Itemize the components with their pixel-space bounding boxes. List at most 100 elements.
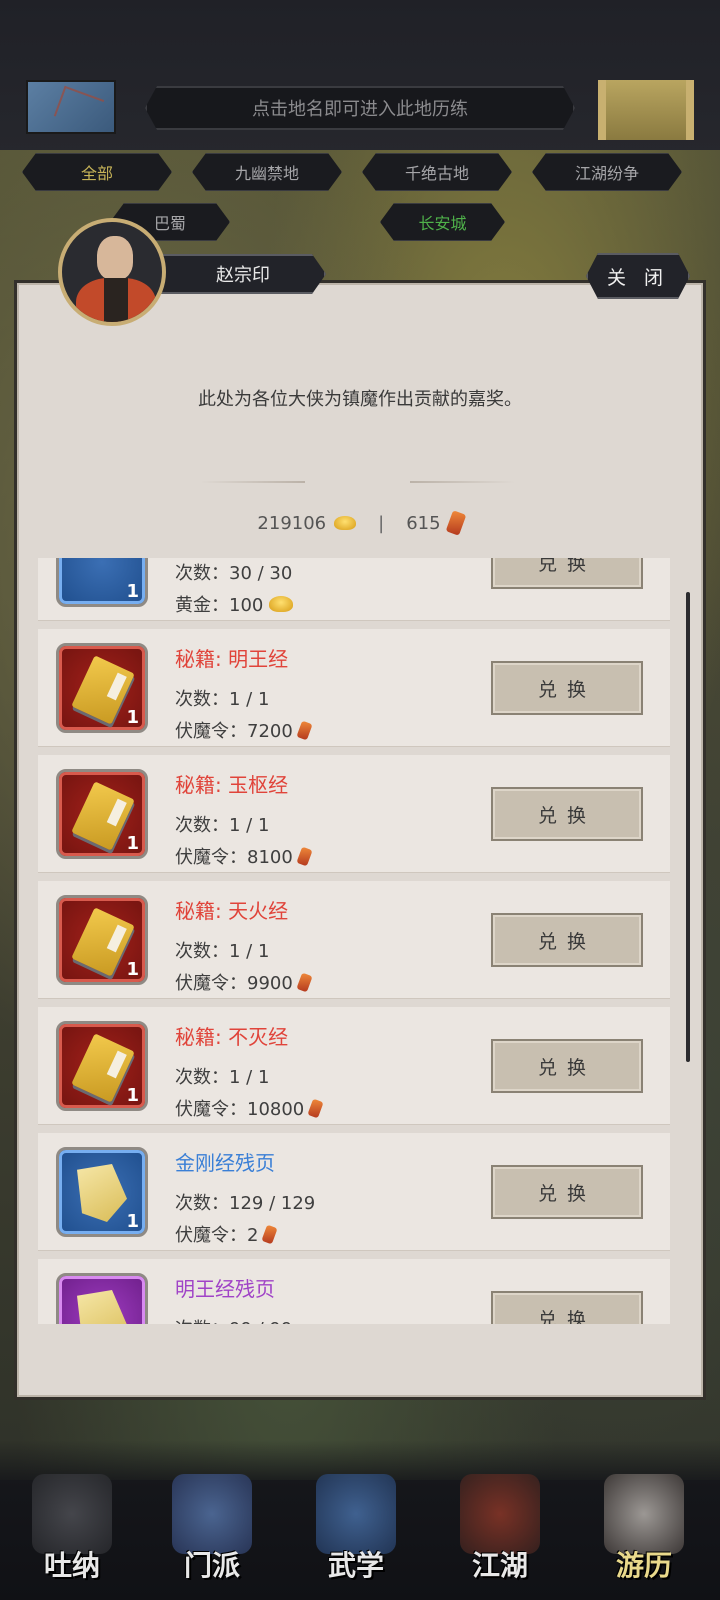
scroll-icon[interactable] <box>598 80 694 140</box>
exchange-button[interactable]: 兑换 <box>491 787 643 841</box>
exchange-button[interactable]: 兑换 <box>491 1291 643 1324</box>
item-count: 1 <box>126 833 139 854</box>
map-thumbnail-icon[interactable] <box>26 80 116 134</box>
item-slot[interactable]: 1 <box>56 643 148 733</box>
item-limit: 次数：30 / 30 <box>175 563 293 584</box>
region-tab-changan[interactable]: 长安城 <box>380 203 505 241</box>
token-amount: 615 <box>406 512 441 534</box>
item-slot[interactable]: 1 <box>56 558 148 607</box>
item-cost-text: 黄金：100 <box>175 595 264 616</box>
divider-right <box>410 481 515 483</box>
item-limit: 次数：1 / 1 <box>175 1067 270 1088</box>
item-cost-text: 伏魔令：8100 <box>175 847 293 868</box>
close-button[interactable]: 关 闭 <box>586 253 690 299</box>
demon-token-icon <box>296 972 313 992</box>
item-cost-text: 伏魔令：9900 <box>175 973 293 994</box>
book-icon <box>71 1033 135 1103</box>
nav-label: 武学 <box>327 1549 384 1582</box>
demon-token-icon <box>296 846 313 866</box>
demon-token-icon <box>261 1224 279 1244</box>
nav-label: 江湖 <box>471 1549 528 1582</box>
book-icon <box>71 907 135 977</box>
exchange-button[interactable]: 兑换 <box>491 913 643 967</box>
item-cost: 伏魔令：8100 <box>175 843 313 869</box>
nav-youli[interactable]: 游历 <box>594 1474 694 1584</box>
nav-jianghu[interactable]: 江湖 <box>450 1474 550 1584</box>
list-item: 1 秘籍: 天火经 次数：1 / 1 伏魔令：9900 兑换 <box>38 881 670 999</box>
gold-ingot-icon <box>269 596 294 612</box>
item-cost: 伏魔令：7200 <box>175 717 313 743</box>
currency-bar: 219106 | 615 <box>0 510 720 536</box>
item-title: 秘籍: 玉枢经 <box>175 773 289 797</box>
nav-wuxue[interactable]: 武学 <box>306 1474 406 1584</box>
item-title: 秘籍: 明王经 <box>175 647 289 671</box>
gold-ingot-icon <box>334 516 357 530</box>
gold-amount: 219106 <box>257 512 327 534</box>
avatar-head <box>97 236 133 280</box>
currency-separator: | <box>378 512 385 534</box>
item-cost-text: 伏魔令：7200 <box>175 721 293 742</box>
item-cost: 伏魔令：9900 <box>175 969 313 995</box>
exchange-button[interactable]: 兑换 <box>491 661 643 715</box>
item-cost: 伏魔令：2 <box>175 1221 279 1247</box>
demon-token-icon <box>296 720 313 740</box>
scripture-page-icon <box>77 1290 127 1324</box>
martial-books-icon <box>316 1474 396 1554</box>
scripture-page-icon <box>77 1164 127 1222</box>
filter-tab-jiuyou[interactable]: 九幽禁地 <box>192 153 342 191</box>
filter-tab-jianghu[interactable]: 江湖纷争 <box>532 153 682 191</box>
item-limit: 次数：1 / 1 <box>175 689 270 710</box>
filter-tab-qianjue[interactable]: 千绝古地 <box>362 153 512 191</box>
modal-description: 此处为各位大侠为镇魔作出贡献的嘉奖。 <box>198 389 522 410</box>
map-hint-bar: 点击地名即可进入此地历练 <box>145 86 575 130</box>
horse-icon <box>604 1474 684 1554</box>
item-count: 1 <box>126 1211 139 1232</box>
bamboo-hat-icon <box>460 1474 540 1554</box>
list-item: 明王经残页 次数：99 / 99 兑换 <box>38 1259 670 1324</box>
item-title: 金刚经残页 <box>175 1151 275 1175</box>
nav-label: 游历 <box>615 1549 672 1582</box>
nav-menpai[interactable]: 门派 <box>162 1474 262 1584</box>
exchange-button[interactable]: 兑换 <box>491 558 643 589</box>
nav-label: 门派 <box>183 1549 240 1582</box>
reward-list[interactable]: 1 次数：30 / 30 黄金：100 兑换 1 秘籍: 明王经 次数：1 / … <box>38 558 670 1324</box>
nav-tuna[interactable]: 吐纳 <box>22 1474 122 1584</box>
item-slot[interactable]: 1 <box>56 1021 148 1111</box>
demon-token-icon <box>307 1098 324 1118</box>
item-count: 1 <box>126 581 139 602</box>
divider-left <box>200 481 305 483</box>
item-cost-text: 伏魔令：10800 <box>175 1099 305 1120</box>
item-count: 1 <box>126 1085 139 1106</box>
item-limit: 次数：1 / 1 <box>175 941 270 962</box>
list-item: 1 秘籍: 不灭经 次数：1 / 1 伏魔令：10800 兑换 <box>38 1007 670 1125</box>
item-slot[interactable]: 1 <box>56 895 148 985</box>
list-item: 1 秘籍: 玉枢经 次数：1 / 1 伏魔令：8100 兑换 <box>38 755 670 873</box>
item-slot[interactable]: 1 <box>56 1147 148 1237</box>
item-title: 明王经残页 <box>175 1277 275 1301</box>
item-cost: 黄金：100 <box>175 591 294 617</box>
list-item: 1 次数：30 / 30 黄金：100 兑换 <box>38 558 670 621</box>
nav-label: 吐纳 <box>43 1549 100 1582</box>
demon-token-icon <box>445 510 466 536</box>
list-item: 1 金刚经残页 次数：129 / 129 伏魔令：2 兑换 <box>38 1133 670 1251</box>
sect-flags-icon <box>172 1474 252 1554</box>
list-item: 1 秘籍: 明王经 次数：1 / 1 伏魔令：7200 兑换 <box>38 629 670 747</box>
item-limit: 次数：129 / 129 <box>175 1193 316 1214</box>
exchange-button[interactable]: 兑换 <box>491 1165 643 1219</box>
item-cost-text: 伏魔令：2 <box>175 1225 259 1246</box>
item-slot[interactable]: 1 <box>56 769 148 859</box>
item-title: 秘籍: 不灭经 <box>175 1025 289 1049</box>
player-avatar <box>58 218 166 326</box>
item-limit: 次数：1 / 1 <box>175 815 270 836</box>
item-slot[interactable] <box>56 1273 148 1324</box>
filter-tab-all[interactable]: 全部 <box>22 153 172 191</box>
exchange-button[interactable]: 兑换 <box>491 1039 643 1093</box>
book-icon <box>71 781 135 851</box>
book-icon <box>71 655 135 725</box>
meditation-icon <box>32 1474 112 1554</box>
list-scrollbar[interactable] <box>686 592 690 1062</box>
item-title: 秘籍: 天火经 <box>175 899 289 923</box>
item-cost: 伏魔令：10800 <box>175 1095 324 1121</box>
item-limit: 次数：99 / 99 <box>175 1315 292 1324</box>
avatar-robe <box>76 278 156 322</box>
